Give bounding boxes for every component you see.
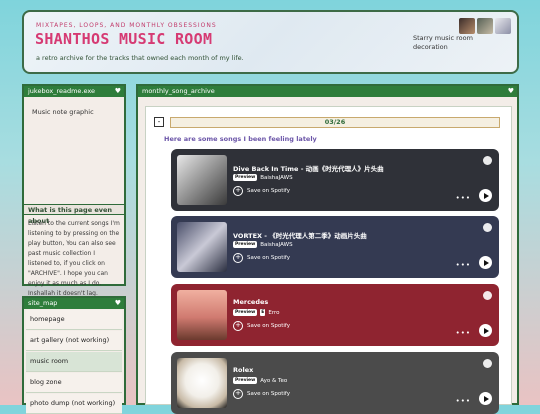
more-options-icon[interactable]: ••• <box>456 329 471 337</box>
album-cover-image <box>177 358 227 408</box>
avatar <box>495 18 511 34</box>
track-meta: Preview E Erro <box>233 309 280 316</box>
track-meta: Preview Ayo & Teo <box>233 377 287 384</box>
jukebox-title-bar: jukebox_readme.exe ♥ <box>24 86 124 97</box>
starry-decoration-image: Starry music room decoration <box>413 34 473 51</box>
preview-badge: Preview <box>233 309 258 316</box>
plus-circle-icon: + <box>233 253 243 263</box>
spotify-logo-icon[interactable] <box>483 359 492 368</box>
avatar <box>477 18 493 34</box>
songs-intro: Here are some songs I been feeling latel… <box>164 135 317 143</box>
nav-item-blog-zone[interactable]: blog zone <box>26 373 122 393</box>
archive-bar-title: monthly_song_archive <box>142 87 215 95</box>
jukebox-panel: jukebox_readme.exe ♥ Music note graphic … <box>22 84 126 297</box>
play-button[interactable] <box>479 256 492 269</box>
track-artist[interactable]: BaishaJAWS <box>260 175 292 181</box>
more-options-icon[interactable]: ••• <box>456 397 471 405</box>
track-artist[interactable]: BaishaJAWS <box>260 242 292 248</box>
save-on-spotify-button[interactable]: + Save on Spotify <box>233 186 290 196</box>
about-text: Listen to the current songs I'm listenin… <box>28 220 120 297</box>
jukebox-bar-title: jukebox_readme.exe <box>28 87 96 95</box>
site-title: SHANTHOS MUSIC ROOM <box>35 30 213 48</box>
track-title[interactable]: Dive Back In Time - 动画《时光代理人》片头曲 <box>233 163 384 173</box>
heart-icon: ♥ <box>114 87 121 95</box>
spotify-logo-icon[interactable] <box>483 223 492 232</box>
save-on-spotify-button[interactable]: + Save on Spotify <box>233 389 290 399</box>
heart-icon: ♥ <box>114 299 121 307</box>
track-meta: Preview BaishaJAWS <box>233 241 293 248</box>
save-label: Save on Spotify <box>247 255 290 261</box>
save-label: Save on Spotify <box>247 323 290 329</box>
save-on-spotify-button[interactable]: + Save on Spotify <box>233 253 290 263</box>
plus-circle-icon: + <box>233 389 243 399</box>
track-title[interactable]: VORTEX - 《时光代理人第二季》动画片头曲 <box>233 230 367 240</box>
track-title[interactable]: Mercedes <box>233 298 268 306</box>
avatar-group <box>459 18 511 34</box>
track-title[interactable]: Rolex <box>233 366 253 374</box>
track-artist[interactable]: Erro <box>268 310 279 316</box>
site-header: MIXTAPES, LOOPS, AND MONTHLY OBSESSIONS … <box>22 10 519 74</box>
save-label: Save on Spotify <box>247 188 290 194</box>
album-cover-image <box>177 290 227 340</box>
nav-item-homepage[interactable]: homepage <box>26 310 122 330</box>
spotify-track-card[interactable]: VORTEX - 《时光代理人第二季》动画片头曲 Preview BaishaJ… <box>171 216 499 278</box>
more-options-icon[interactable]: ••• <box>456 261 471 269</box>
site-map-bar-title: site_map <box>28 299 58 307</box>
more-options-icon[interactable]: ••• <box>456 194 471 202</box>
site-subtitle: a retro archive for the tracks that owne… <box>36 54 244 62</box>
spotify-logo-icon[interactable] <box>483 156 492 165</box>
nav-item-art-gallery[interactable]: art gallery (not working) <box>26 331 122 351</box>
music-note-image: Music note graphic <box>32 108 94 116</box>
site-map-panel: site_map ♥ homepage art gallery (not wor… <box>22 296 126 414</box>
preview-badge: Preview <box>233 241 258 248</box>
album-cover-image <box>177 155 227 205</box>
save-label: Save on Spotify <box>247 391 290 397</box>
save-on-spotify-button[interactable]: + Save on Spotify <box>233 321 290 331</box>
explicit-badge: E <box>260 309 266 316</box>
nav-item-music-room[interactable]: music room <box>26 352 122 372</box>
month-label[interactable]: 03/26 <box>170 117 500 128</box>
collapse-button[interactable]: - <box>154 117 164 127</box>
heart-icon: ♥ <box>507 87 514 95</box>
play-button[interactable] <box>479 324 492 337</box>
month-row: - 03/26 <box>154 117 504 128</box>
site-tagline: MIXTAPES, LOOPS, AND MONTHLY OBSESSIONS <box>36 22 217 29</box>
spotify-track-card[interactable]: Mercedes Preview E Erro + Save on Spotif… <box>171 284 499 346</box>
about-heading: What is this page even about <box>24 204 124 225</box>
plus-circle-icon: + <box>233 321 243 331</box>
track-meta: Preview BaishaJAWS <box>233 174 293 181</box>
archive-title-bar: monthly_song_archive ♥ <box>138 86 517 97</box>
site-map-title-bar: site_map ♥ <box>24 298 124 309</box>
preview-badge: Preview <box>233 174 258 181</box>
preview-badge: Preview <box>233 377 258 384</box>
song-archive-panel: monthly_song_archive ♥ - 03/26 Here are … <box>136 84 519 414</box>
play-button[interactable] <box>479 189 492 202</box>
avatar <box>459 18 475 34</box>
spotify-track-card[interactable]: Dive Back In Time - 动画《时光代理人》片头曲 Preview… <box>171 149 499 211</box>
track-artist[interactable]: Ayo & Teo <box>260 378 287 384</box>
play-button[interactable] <box>479 392 492 405</box>
album-cover-image <box>177 222 227 272</box>
plus-circle-icon: + <box>233 186 243 196</box>
nav-item-photo-dump[interactable]: photo dump (not working) <box>26 394 122 414</box>
spotify-logo-icon[interactable] <box>483 291 492 300</box>
